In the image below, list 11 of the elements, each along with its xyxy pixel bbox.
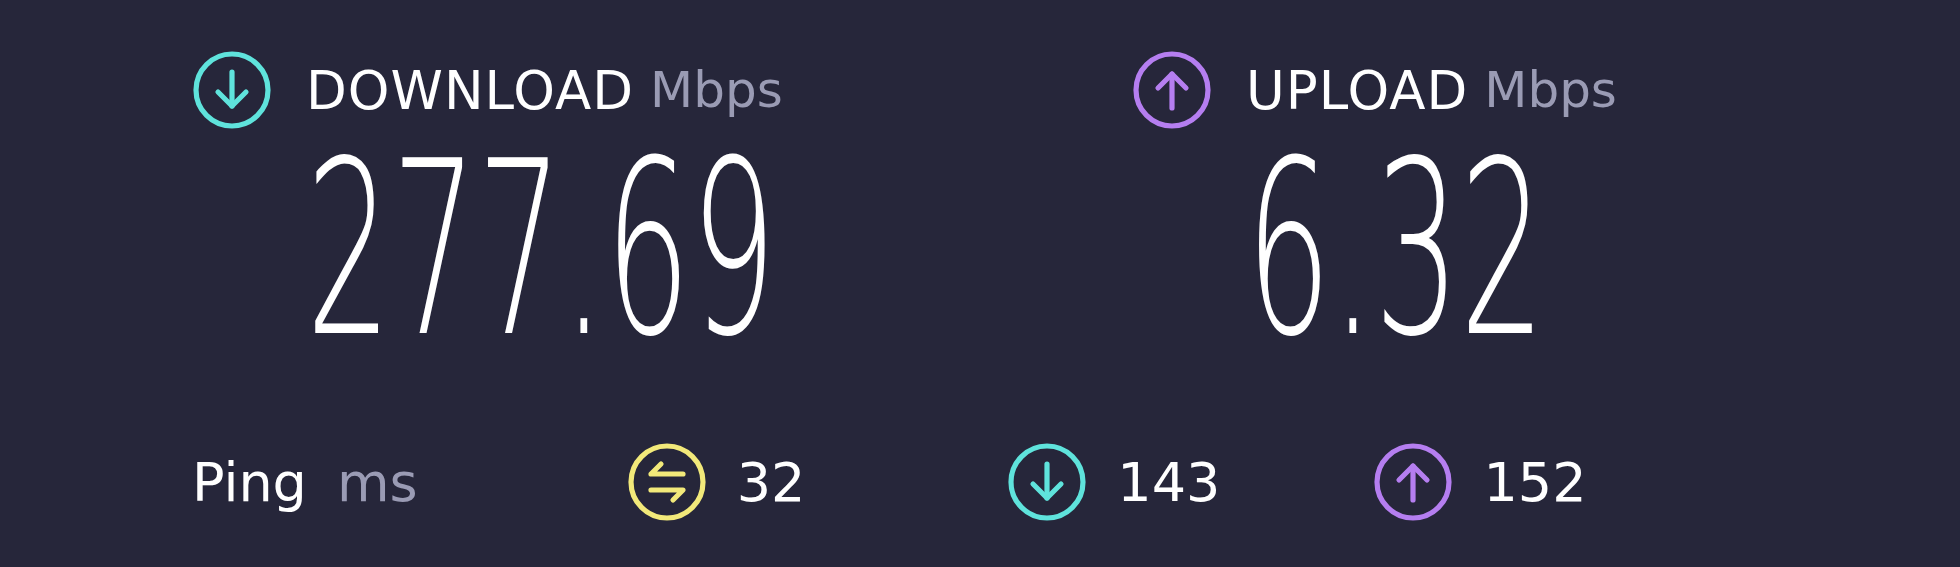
result-label: UPLOAD xyxy=(1246,59,1469,121)
result-label: DOWNLOAD xyxy=(306,59,635,121)
speed-value: 6.32 xyxy=(1246,148,1546,352)
ping-value: 32 xyxy=(736,450,806,514)
ping-value: 143 xyxy=(1117,450,1221,514)
unit-label: Mbps xyxy=(1484,61,1617,119)
ping-value: 152 xyxy=(1483,450,1587,514)
unit-label: Mbps xyxy=(650,61,783,119)
unit-label: ms xyxy=(336,450,418,514)
speed-value: 277.69 xyxy=(306,148,777,352)
ping-label: Ping xyxy=(192,450,307,514)
